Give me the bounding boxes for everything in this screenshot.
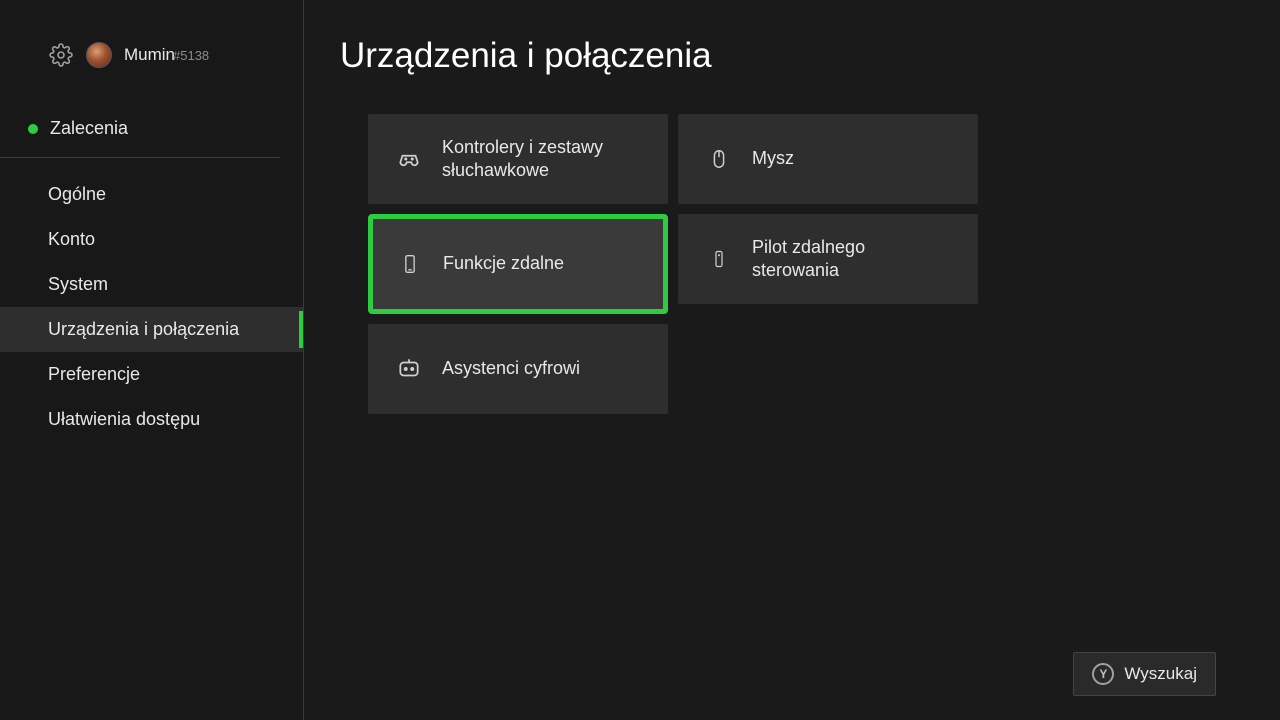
tile-mouse[interactable]: Mysz (678, 114, 978, 204)
tile-controllers-headsets[interactable]: Kontrolery i zestawy słuchawkowe (368, 114, 668, 204)
settings-tile-grid: Kontrolery i zestawy słuchawkowe Mysz (368, 114, 1280, 414)
tile-label: Pilot zdalnego sterowania (752, 236, 954, 283)
tile-label: Kontrolery i zestawy słuchawkowe (442, 136, 644, 183)
assistant-icon (396, 356, 422, 382)
page-title: Urządzenia i połączenia (340, 36, 1280, 76)
profile-row[interactable]: Mumin#5138 (0, 42, 303, 68)
sidebar-item-label: Preferencje (48, 364, 140, 384)
sidebar-item-label: Konto (48, 229, 95, 249)
tile-remote-features[interactable]: Funkcje zdalne (368, 214, 668, 314)
sidebar-item-accessibility[interactable]: Ułatwienia dostępu (0, 397, 303, 442)
sidebar-item-recommendations[interactable]: Zalecenia (0, 106, 303, 151)
sidebar-item-account[interactable]: Konto (0, 217, 303, 262)
username: Mumin (124, 45, 175, 64)
sidebar-item-label: System (48, 274, 108, 294)
tile-label: Asystenci cyfrowi (442, 357, 580, 380)
divider (0, 157, 280, 158)
y-button-icon: Y (1092, 663, 1114, 685)
sidebar-item-label: Ułatwienia dostępu (48, 409, 200, 429)
tile-digital-assistants[interactable]: Asystenci cyfrowi (368, 324, 668, 414)
main-content: Urządzenia i połączenia Kontrolery i zes… (304, 0, 1280, 720)
sidebar-item-general[interactable]: Ogólne (0, 172, 303, 217)
sidebar-item-preferences[interactable]: Preferencje (0, 352, 303, 397)
sidebar-item-label: Zalecenia (50, 118, 128, 139)
gear-icon (48, 42, 74, 68)
username-label: Mumin#5138 (124, 45, 209, 65)
search-label: Wyszukaj (1124, 664, 1197, 684)
remote-icon (706, 246, 732, 272)
sidebar-item-devices-connections[interactable]: Urządzenia i połączenia (0, 307, 303, 352)
phone-icon (397, 251, 423, 277)
tile-remote-control[interactable]: Pilot zdalnego sterowania (678, 214, 978, 304)
tile-label: Funkcje zdalne (443, 252, 564, 275)
sidebar-item-system[interactable]: System (0, 262, 303, 307)
status-dot-icon (28, 124, 38, 134)
user-tag: #5138 (173, 48, 209, 63)
sidebar-item-label: Urządzenia i połączenia (48, 319, 239, 339)
sidebar-item-label: Ogólne (48, 184, 106, 204)
settings-sidebar: Mumin#5138 Zalecenia Ogólne Konto System… (0, 0, 304, 720)
avatar (86, 42, 112, 68)
tile-label: Mysz (752, 147, 794, 170)
mouse-icon (706, 146, 732, 172)
search-button[interactable]: Y Wyszukaj (1073, 652, 1216, 696)
controller-icon (396, 146, 422, 172)
